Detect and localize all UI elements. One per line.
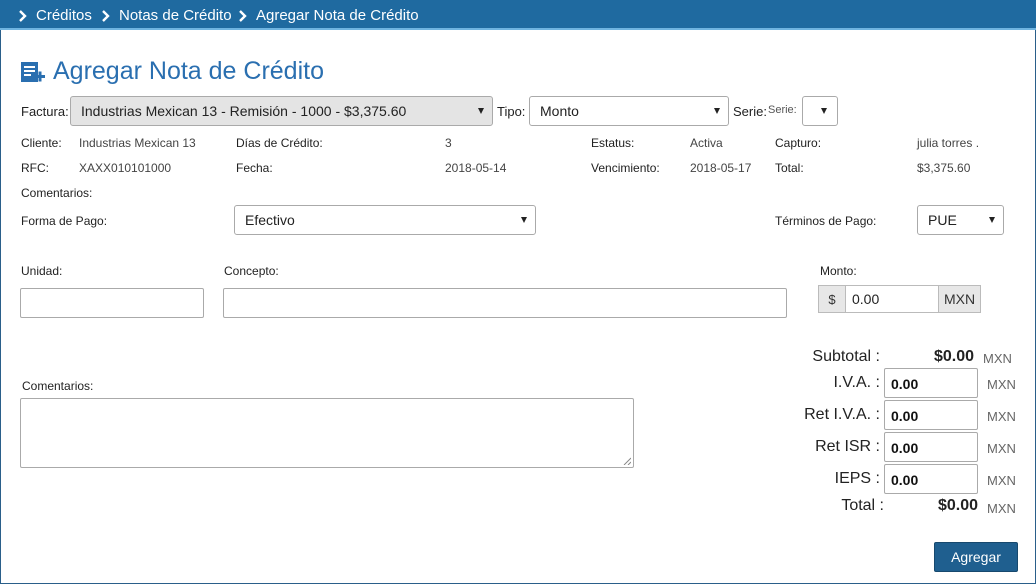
total-currency: MXN <box>987 501 1016 516</box>
ret-iva-input[interactable]: 0.00 <box>884 400 978 430</box>
vencimiento-label: Vencimiento: <box>591 161 660 175</box>
dias-credito-label: Días de Crédito: <box>236 136 323 150</box>
concepto-input[interactable] <box>223 288 787 318</box>
concepto-label: Concepto: <box>224 264 279 278</box>
terminos-pago-label: Términos de Pago: <box>775 214 877 228</box>
iva-currency: MXN <box>987 377 1016 392</box>
breadcrumb-item-notas[interactable]: Notas de Crédito <box>99 7 232 24</box>
rfc-label: RFC: <box>21 161 49 175</box>
breadcrumb: Créditos Notas de Crédito Agregar Nota d… <box>0 0 1036 30</box>
ret-iva-currency: MXN <box>987 409 1016 424</box>
serie-select[interactable] <box>802 96 838 126</box>
chevron-down-icon <box>989 217 995 223</box>
factura-label: Factura: <box>21 104 69 119</box>
chevron-down-icon <box>714 108 720 114</box>
chevron-down-icon <box>821 108 827 114</box>
factura-select[interactable]: Industrias Mexican 13 - Remisión - 1000 … <box>70 96 493 126</box>
serie-label: Serie: <box>733 104 767 119</box>
iva-input[interactable]: 0.00 <box>884 368 978 398</box>
forma-pago-value: Efectivo <box>245 212 295 228</box>
subtotal-label: Subtotal : <box>812 348 880 365</box>
comentarios-textarea[interactable] <box>20 398 634 468</box>
fecha-value: 2018-05-14 <box>445 161 507 175</box>
agregar-button[interactable]: Agregar <box>934 542 1018 572</box>
chevron-down-icon <box>521 217 527 223</box>
tipo-value: Monto <box>540 103 579 119</box>
serie-placeholder: Serie: <box>768 104 797 116</box>
ieps-input[interactable]: 0.00 <box>884 464 978 494</box>
iva-label: I.V.A. : <box>833 374 880 391</box>
ieps-label: IEPS : <box>834 470 880 487</box>
chevron-down-icon <box>478 108 484 114</box>
currency-addon: MXN <box>938 285 981 313</box>
chevron-right-icon <box>19 9 27 22</box>
monto-input[interactable]: 0.00 <box>845 285 939 313</box>
cliente-label: Cliente: <box>21 136 62 150</box>
forma-pago-label: Forma de Pago: <box>21 214 108 228</box>
comentarios-label: Comentarios: <box>22 379 94 393</box>
estatus-value: Activa <box>690 136 723 150</box>
ieps-currency: MXN <box>987 473 1016 488</box>
add-document-icon <box>21 61 45 82</box>
total-label: Total : <box>841 497 884 514</box>
factura-value: Industrias Mexican 13 - Remisión - 1000 … <box>81 103 407 119</box>
page-title: Agregar Nota de Crédito <box>53 57 324 85</box>
ret-isr-currency: MXN <box>987 441 1016 456</box>
cliente-value: Industrias Mexican 13 <box>79 136 196 150</box>
terminos-pago-select[interactable]: PUE <box>917 205 1004 235</box>
breadcrumb-label: Créditos <box>36 7 92 24</box>
estatus-label: Estatus: <box>591 136 635 150</box>
rfc-value: XAXX010101000 <box>79 161 172 175</box>
forma-pago-select[interactable]: Efectivo <box>234 205 536 235</box>
resize-handle-icon[interactable] <box>623 457 631 465</box>
unidad-label: Unidad: <box>21 264 63 278</box>
total-value: $0.00 <box>937 497 978 514</box>
ret-isr-input[interactable]: 0.00 <box>884 432 978 462</box>
capturo-label: Capturo: <box>775 136 822 150</box>
chevron-right-icon <box>102 9 110 22</box>
subtotal-currency: MXN <box>983 351 1012 366</box>
total-info-label: Total: <box>775 161 804 175</box>
tipo-select[interactable]: Monto <box>529 96 729 126</box>
comentarios-info-label: Comentarios: <box>21 186 93 200</box>
fecha-label: Fecha: <box>236 161 273 175</box>
capturo-value: julia torres . <box>917 136 980 150</box>
monto-label: Monto: <box>820 264 857 278</box>
subtotal-value: $0.00 <box>933 348 974 365</box>
chevron-right-icon <box>239 9 247 22</box>
unidad-input[interactable] <box>20 288 204 318</box>
tipo-label: Tipo: <box>497 104 526 119</box>
breadcrumb-label: Agregar Nota de Crédito <box>256 7 419 24</box>
breadcrumb-label: Notas de Crédito <box>119 7 232 24</box>
currency-symbol-addon: $ <box>818 285 846 313</box>
page-header: Agregar Nota de Crédito <box>20 57 324 86</box>
terminos-pago-value: PUE <box>928 212 957 228</box>
total-info-value: $3,375.60 <box>917 161 971 175</box>
ret-isr-label: Ret ISR : <box>815 438 880 455</box>
breadcrumb-item-creditos[interactable]: Créditos <box>16 7 92 24</box>
dias-credito-value: 3 <box>445 136 452 150</box>
ret-iva-label: Ret I.V.A. : <box>804 406 880 423</box>
breadcrumb-item-agregar: Agregar Nota de Crédito <box>236 7 419 24</box>
vencimiento-value: 2018-05-17 <box>690 161 752 175</box>
